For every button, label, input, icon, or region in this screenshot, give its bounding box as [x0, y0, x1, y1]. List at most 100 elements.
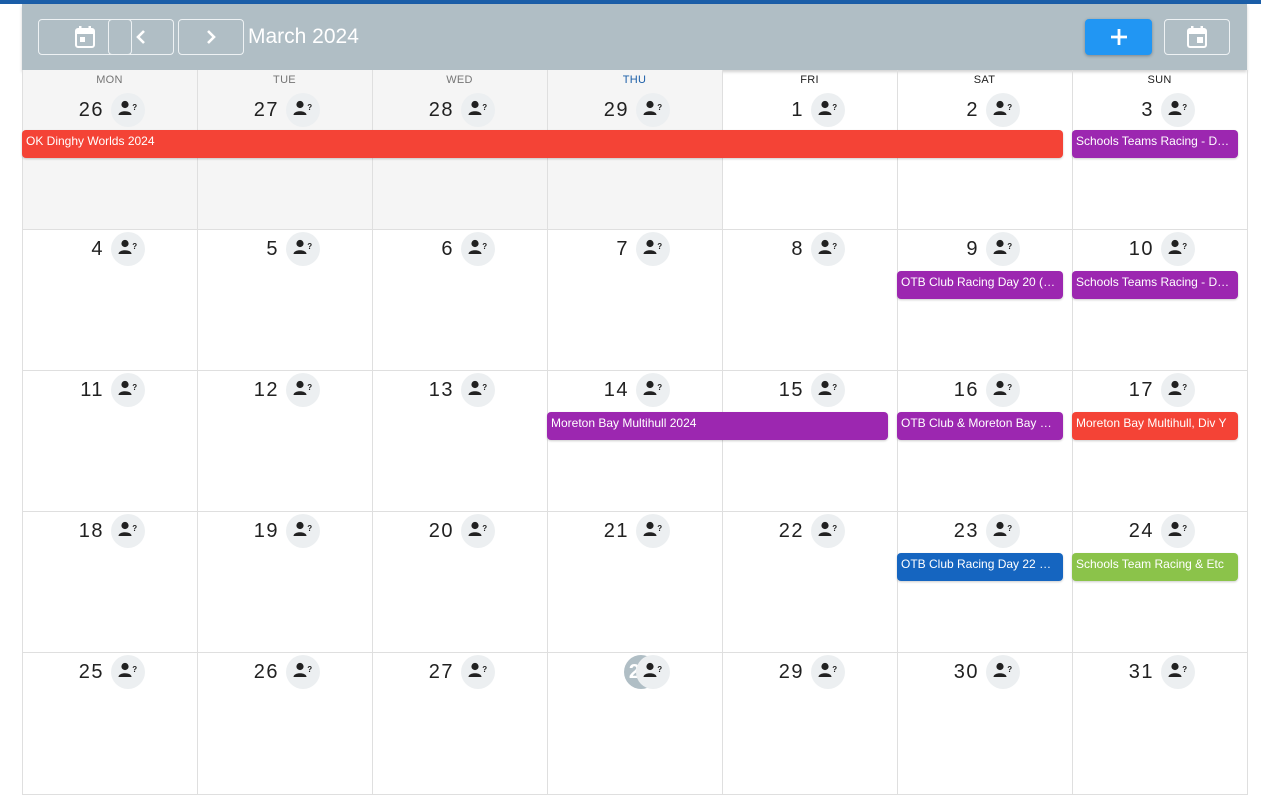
svg-text:?: ?: [132, 665, 137, 674]
attendance-button[interactable]: ?: [986, 373, 1020, 407]
attendance-button[interactable]: ?: [636, 232, 670, 266]
svg-text:?: ?: [832, 103, 837, 112]
day-number[interactable]: 28: [414, 98, 454, 122]
day-number[interactable]: 14: [589, 378, 629, 402]
attendance-button[interactable]: ?: [636, 373, 670, 407]
attendance-button[interactable]: ?: [111, 373, 145, 407]
attendance-button[interactable]: ?: [461, 655, 495, 689]
attendance-button[interactable]: ?: [461, 232, 495, 266]
attendance-button[interactable]: ?: [811, 373, 845, 407]
day-number[interactable]: 3: [1114, 98, 1154, 122]
attendance-button[interactable]: ?: [286, 93, 320, 127]
person-question-icon: ?: [1168, 662, 1188, 683]
attendance-button[interactable]: ?: [461, 373, 495, 407]
svg-text:?: ?: [482, 524, 487, 533]
svg-text:?: ?: [1182, 103, 1187, 112]
person-question-icon: ?: [993, 380, 1013, 401]
svg-text:?: ?: [482, 665, 487, 674]
attendance-button[interactable]: ?: [1161, 232, 1195, 266]
event-chip[interactable]: Schools Teams Racing - Day 3: [1072, 130, 1238, 158]
svg-text:?: ?: [657, 383, 662, 392]
day-number[interactable]: 7: [589, 237, 629, 261]
day-number[interactable]: 12: [239, 378, 279, 402]
attendance-button[interactable]: ?: [286, 373, 320, 407]
event-chip[interactable]: Moreton Bay Multihull 2024: [547, 412, 888, 440]
day-number[interactable]: 10: [1114, 237, 1154, 261]
attendance-button[interactable]: ?: [986, 232, 1020, 266]
event-chip[interactable]: OK Dinghy Worlds 2024: [22, 130, 1063, 158]
next-month-button[interactable]: [178, 19, 244, 55]
attendance-button[interactable]: ?: [636, 655, 670, 689]
day-number[interactable]: 2: [939, 98, 979, 122]
person-question-icon: ?: [1168, 100, 1188, 121]
person-question-icon: ?: [1168, 521, 1188, 542]
day-number[interactable]: 26: [239, 660, 279, 684]
day-number[interactable]: 16: [939, 378, 979, 402]
day-number[interactable]: 17: [1114, 378, 1154, 402]
day-number[interactable]: 8: [764, 237, 804, 261]
day-number[interactable]: 5: [239, 237, 279, 261]
previous-month-button[interactable]: [108, 19, 174, 55]
day-number[interactable]: 30: [939, 660, 979, 684]
day-number[interactable]: 24: [1114, 519, 1154, 543]
attendance-button[interactable]: ?: [1161, 373, 1195, 407]
svg-text:?: ?: [307, 242, 312, 251]
day-number[interactable]: 15: [764, 378, 804, 402]
day-number[interactable]: 6: [414, 237, 454, 261]
day-number[interactable]: 31: [1114, 660, 1154, 684]
day-number[interactable]: 18: [64, 519, 104, 543]
attendance-button[interactable]: ?: [111, 232, 145, 266]
day-number[interactable]: 29: [589, 98, 629, 122]
day-number[interactable]: 25: [64, 660, 104, 684]
day-number[interactable]: 1: [764, 98, 804, 122]
attendance-button[interactable]: ?: [286, 514, 320, 548]
add-event-button[interactable]: [1085, 19, 1152, 55]
attendance-button[interactable]: ?: [286, 655, 320, 689]
attendance-button[interactable]: ?: [986, 93, 1020, 127]
day-number[interactable]: 27: [414, 660, 454, 684]
svg-text:?: ?: [132, 524, 137, 533]
attendance-button[interactable]: ?: [811, 232, 845, 266]
person-question-icon: ?: [818, 521, 838, 542]
day-number[interactable]: 22: [764, 519, 804, 543]
attendance-button[interactable]: ?: [986, 514, 1020, 548]
event-chip[interactable]: OTB Club & Moreton Bay Multihull: [897, 412, 1063, 440]
attendance-button[interactable]: ?: [461, 93, 495, 127]
attendance-button[interactable]: ?: [811, 514, 845, 548]
person-question-icon: ?: [293, 521, 313, 542]
day-number[interactable]: 27: [239, 98, 279, 122]
event-chip[interactable]: Moreton Bay Multihull, Div Y: [1072, 412, 1238, 440]
attendance-button[interactable]: ?: [811, 655, 845, 689]
grid-row-line: [22, 229, 1248, 230]
event-chip[interactable]: OTB Club Racing Day 20 (Short Course): [897, 271, 1063, 299]
calendar-view-button[interactable]: [1164, 19, 1230, 55]
day-number[interactable]: 29: [764, 660, 804, 684]
day-number[interactable]: 20: [414, 519, 454, 543]
attendance-button[interactable]: ?: [1161, 514, 1195, 548]
day-number[interactable]: 19: [239, 519, 279, 543]
attendance-button[interactable]: ?: [811, 93, 845, 127]
attendance-button[interactable]: ?: [1161, 655, 1195, 689]
day-number[interactable]: 13: [414, 378, 454, 402]
event-chip[interactable]: Schools Team Racing & Etc: [1072, 553, 1238, 581]
attendance-button[interactable]: ?: [111, 93, 145, 127]
attendance-button[interactable]: ?: [111, 514, 145, 548]
attendance-button[interactable]: ?: [111, 655, 145, 689]
attendance-button[interactable]: ?: [461, 514, 495, 548]
event-chip[interactable]: OTB Club Racing Day 22 & Etc: [897, 553, 1063, 581]
day-number[interactable]: 4: [64, 237, 104, 261]
attendance-button[interactable]: ?: [1161, 93, 1195, 127]
day-number[interactable]: 9: [939, 237, 979, 261]
attendance-button[interactable]: ?: [286, 232, 320, 266]
day-number[interactable]: 23: [939, 519, 979, 543]
day-number[interactable]: 11: [64, 378, 104, 402]
attendance-button[interactable]: ?: [636, 514, 670, 548]
attendance-button[interactable]: ?: [636, 93, 670, 127]
weekday-header-sat: SAT: [973, 74, 996, 86]
day-number[interactable]: 26: [64, 98, 104, 122]
svg-text:?: ?: [1007, 103, 1012, 112]
person-question-icon: ?: [643, 521, 663, 542]
event-chip[interactable]: Schools Teams Racing - Day 4: [1072, 271, 1238, 299]
attendance-button[interactable]: ?: [986, 655, 1020, 689]
day-number[interactable]: 21: [589, 519, 629, 543]
